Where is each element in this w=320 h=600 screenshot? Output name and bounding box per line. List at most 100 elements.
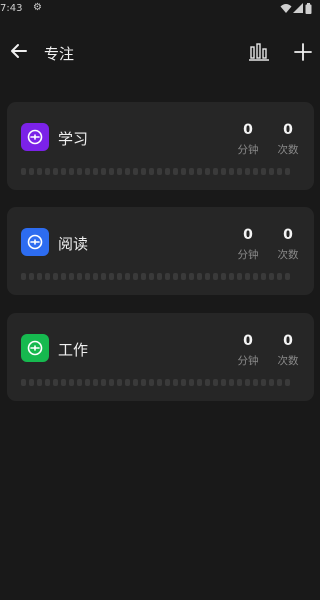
history-dot bbox=[69, 168, 74, 175]
history-dot bbox=[125, 273, 130, 280]
history-dot bbox=[93, 168, 98, 175]
history-dot bbox=[221, 168, 226, 175]
history-dot bbox=[85, 168, 90, 175]
history-dot bbox=[133, 168, 138, 175]
history-dot bbox=[181, 273, 186, 280]
history-dot bbox=[165, 273, 170, 280]
history-dot bbox=[189, 168, 194, 175]
history-dot bbox=[29, 168, 34, 175]
card-icon bbox=[21, 228, 49, 256]
focus-card-reading[interactable]: 阅读 0 分钟 0 次数 bbox=[7, 207, 314, 295]
history-dot bbox=[157, 273, 162, 280]
history-dot bbox=[197, 379, 202, 386]
status-icons bbox=[280, 3, 314, 15]
history-dot bbox=[173, 379, 178, 386]
count-label: 次数 bbox=[277, 249, 299, 261]
status-bar: 7:43 ⚙ bbox=[0, 0, 320, 22]
history-dot bbox=[101, 273, 106, 280]
history-dot bbox=[21, 168, 26, 175]
gear-icon: ⚙ bbox=[33, 2, 42, 13]
wifi-icon bbox=[280, 4, 292, 13]
battery-icon bbox=[305, 3, 312, 14]
history-dot bbox=[109, 379, 114, 386]
history-dot bbox=[149, 168, 154, 175]
history-dot bbox=[117, 379, 122, 386]
clock-target-icon bbox=[27, 234, 43, 250]
history-dot bbox=[109, 168, 114, 175]
history-dot bbox=[277, 168, 282, 175]
history-dot bbox=[221, 273, 226, 280]
history-dot bbox=[93, 379, 98, 386]
history-dot bbox=[53, 379, 58, 386]
minutes-label: 分钟 bbox=[237, 144, 259, 156]
history-dot bbox=[221, 379, 226, 386]
clock-target-icon bbox=[27, 129, 43, 145]
plus-icon bbox=[294, 43, 312, 61]
history-dot bbox=[285, 168, 290, 175]
history-dot bbox=[189, 379, 194, 386]
minutes-label: 分钟 bbox=[237, 249, 259, 261]
history-dot bbox=[77, 168, 82, 175]
focus-card-study[interactable]: 学习 0 分钟 0 次数 bbox=[7, 102, 314, 190]
history-dot bbox=[181, 168, 186, 175]
history-dot bbox=[213, 273, 218, 280]
history-dot bbox=[61, 379, 66, 386]
history-dot bbox=[77, 273, 82, 280]
focus-card-work[interactable]: 工作 0 分钟 0 次数 bbox=[7, 313, 314, 401]
history-dot bbox=[53, 168, 58, 175]
history-dot bbox=[173, 168, 178, 175]
history-dot bbox=[45, 273, 50, 280]
card-name: 阅读 bbox=[58, 235, 89, 253]
history-dot bbox=[133, 379, 138, 386]
history-dot bbox=[21, 273, 26, 280]
statistics-button[interactable] bbox=[248, 41, 270, 63]
minutes-stat: 0 分钟 bbox=[228, 121, 268, 157]
history-dot bbox=[277, 273, 282, 280]
history-dot bbox=[285, 273, 290, 280]
history-dot bbox=[237, 273, 242, 280]
count-stat: 0 次数 bbox=[268, 226, 308, 262]
add-button[interactable] bbox=[292, 41, 314, 63]
history-dot bbox=[229, 379, 234, 386]
count-label: 次数 bbox=[277, 144, 299, 156]
history-dot bbox=[69, 273, 74, 280]
history-dot bbox=[85, 379, 90, 386]
history-dot bbox=[157, 168, 162, 175]
history-dot bbox=[197, 168, 202, 175]
history-dot bbox=[45, 168, 50, 175]
count-stat: 0 次数 bbox=[268, 332, 308, 368]
history-dot bbox=[141, 379, 146, 386]
history-dot bbox=[237, 168, 242, 175]
history-dot bbox=[125, 168, 130, 175]
history-dot bbox=[133, 273, 138, 280]
history-dot bbox=[261, 379, 266, 386]
history-dot bbox=[213, 168, 218, 175]
page-title: 专注 bbox=[44, 45, 75, 63]
arrow-left-icon bbox=[11, 44, 27, 58]
history-dot bbox=[277, 379, 282, 386]
card-icon bbox=[21, 334, 49, 362]
history-dot bbox=[101, 168, 106, 175]
clock-target-icon bbox=[27, 340, 43, 356]
minutes-stat: 0 分钟 bbox=[228, 226, 268, 262]
back-button[interactable] bbox=[8, 40, 30, 62]
history-dot bbox=[77, 379, 82, 386]
history-dot bbox=[205, 168, 210, 175]
history-dot bbox=[205, 273, 210, 280]
history-dot bbox=[93, 273, 98, 280]
history-dot bbox=[149, 273, 154, 280]
history-dot bbox=[37, 273, 42, 280]
history-dot bbox=[261, 273, 266, 280]
bar-chart-icon bbox=[249, 43, 269, 61]
history-dot bbox=[245, 379, 250, 386]
history-dot bbox=[165, 379, 170, 386]
history-dot bbox=[53, 273, 58, 280]
history-dot bbox=[181, 379, 186, 386]
history-dot bbox=[253, 379, 258, 386]
history-dot bbox=[229, 168, 234, 175]
count-label: 次数 bbox=[277, 355, 299, 367]
history-dots bbox=[21, 379, 301, 386]
card-name: 工作 bbox=[58, 341, 89, 359]
history-dot bbox=[45, 379, 50, 386]
history-dot bbox=[245, 168, 250, 175]
